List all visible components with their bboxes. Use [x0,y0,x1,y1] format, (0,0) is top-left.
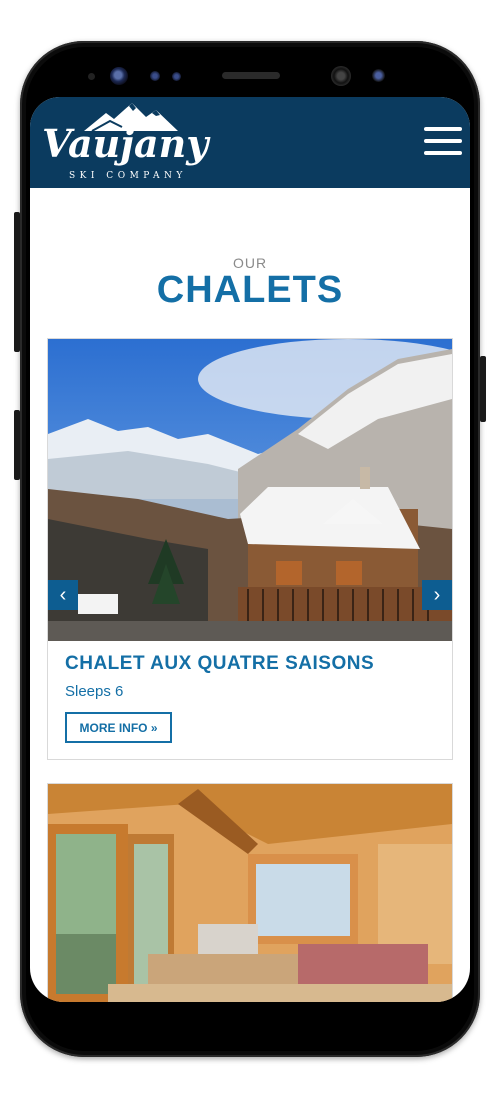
hamburger-menu-icon[interactable] [424,127,464,157]
chalet-photo: ‹ › [48,339,452,641]
earpiece-speaker [222,72,280,79]
sensor-dot [88,73,95,80]
page-title: CHALETS [156,269,344,311]
chalet-capacity: Sleeps 6 [65,683,124,700]
chalet-exterior-image [48,339,452,641]
carousel-next-button[interactable]: › [422,580,452,610]
brand-logo[interactable]: Vaujany SKI COMPANY [42,101,212,185]
chalet-card: ‹ › CHALET AUX QUATRE SAISONS Sleeps 6 M… [47,338,453,760]
chalet-name[interactable]: CHALET AUX QUATRE SAISONS [65,653,374,675]
power-button [480,356,486,422]
chevron-left-icon: ‹ [59,583,67,606]
chalet-interior-image [48,784,452,1002]
brand-name: Vaujany [42,121,209,166]
bixby-button [14,410,20,480]
screen: Vaujany SKI COMPANY OUR CHALETS ‹ › CHAL… [30,97,470,1002]
more-info-button[interactable]: MORE INFO » [65,712,172,743]
menu-bar [424,151,462,155]
brand-tagline: SKI COMPANY [69,171,187,181]
chevron-right-icon: › [433,583,441,606]
proximity-sensor [150,71,160,81]
iris-camera [372,69,385,82]
volume-button [14,212,20,352]
site-header: Vaujany SKI COMPANY [30,97,470,188]
front-camera [331,66,351,86]
menu-bar [424,139,462,143]
chalet-card-next [47,783,453,1002]
light-sensor [172,72,181,81]
menu-bar [424,127,462,131]
carousel-prev-button[interactable]: ‹ [48,580,78,610]
iris-scanner [110,67,128,85]
